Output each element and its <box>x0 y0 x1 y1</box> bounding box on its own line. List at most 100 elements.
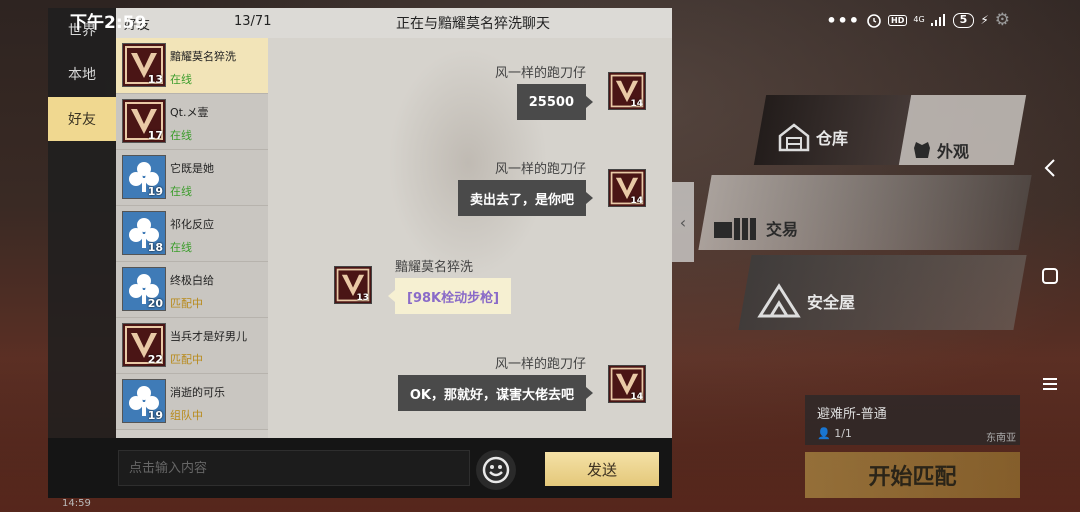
level-badge: 17 <box>147 129 163 142</box>
level-badge: 19 <box>147 185 163 198</box>
home-button[interactable] <box>1038 264 1062 288</box>
smiley-icon <box>482 456 510 484</box>
warehouse-label: 仓库 <box>816 129 849 148</box>
friend-status: 在线 <box>170 73 192 86</box>
safehouse-label: 安全屋 <box>807 293 856 312</box>
avatar[interactable]: 14 <box>608 169 646 207</box>
friend-item[interactable]: 18 祁化反应 在线 <box>116 206 268 262</box>
appearance-icon <box>914 142 930 158</box>
level-badge: 13 <box>147 73 163 86</box>
avatar[interactable]: 14 <box>608 72 646 110</box>
friend-status: 在线 <box>170 129 192 142</box>
chat-messages[interactable]: 风一样的跑刀仔 25500 14 风一样的跑刀仔 卖出去了，是你吧 14 13 … <box>268 38 672 438</box>
shelter-title: 避难所-普通 <box>817 407 887 422</box>
avatar: 20 <box>122 267 166 311</box>
back-icon <box>1044 159 1055 177</box>
friend-status: 在线 <box>170 241 192 254</box>
menu-button[interactable] <box>1038 372 1062 396</box>
chat-panel: 世界 本地 好友 好友 13/71 正在与黯耀莫名猝洗聊天 13 黯耀莫名猝洗 … <box>48 8 672 498</box>
friend-name: 当兵才是好男儿 <box>170 330 247 343</box>
friend-item[interactable]: 19 消逝的可乐 组队中 <box>116 374 268 430</box>
friend-item[interactable]: 20 终极白给 匹配中 <box>116 262 268 318</box>
avatar: 22 <box>122 323 166 367</box>
avatar: 19 <box>122 155 166 199</box>
level-badge: 20 <box>147 297 163 310</box>
message-bubble[interactable]: [98K栓动步枪] <box>387 278 512 314</box>
emoji-button[interactable] <box>476 450 516 490</box>
tab-friends[interactable]: 好友 <box>48 97 116 141</box>
friend-item[interactable]: 19 它既是她 在线 <box>116 150 268 206</box>
avatar: 18 <box>122 211 166 255</box>
gear-icon: ⚙ <box>994 10 1010 30</box>
friend-item[interactable]: 13 黯耀莫名猝洗 在线 <box>116 38 268 94</box>
shelter-player-count: 👤 1/1 <box>817 427 852 440</box>
charging-icon: ⚡ <box>980 13 989 27</box>
android-nav-bar <box>1020 40 1080 512</box>
hd-icon: HD <box>888 14 908 26</box>
start-match-button[interactable]: 开始匹配 <box>805 452 1020 498</box>
trade-label: 交易 <box>766 220 799 239</box>
safehouse-icon <box>757 283 801 318</box>
home-icon <box>1042 268 1058 284</box>
friend-name: 它既是她 <box>170 162 214 175</box>
friend-name: 黯耀莫名猝洗 <box>170 50 236 63</box>
status-bar: 下午2:59 ••• HD 4G 5 ⚡ ⚙ <box>0 0 1080 40</box>
message-bubble: 卖出去了，是你吧 <box>457 180 594 216</box>
level-badge: 22 <box>147 353 163 366</box>
warehouse-button[interactable]: 仓库 <box>778 122 848 152</box>
level-badge: 14 <box>630 99 643 109</box>
channel-tabs: 世界 本地 好友 <box>48 8 116 438</box>
friend-list[interactable]: 13 黯耀莫名猝洗 在线 17 Qt.メ壹 在线 19 它既是她 在线 18 祁… <box>116 38 268 438</box>
status-icons: ••• HD 4G 5 ⚡ ⚙ <box>826 10 1010 30</box>
network-label: 4G <box>913 15 925 24</box>
friend-status: 在线 <box>170 185 192 198</box>
avatar: 17 <box>122 99 166 143</box>
message-bubble: OK，那就好，谋害大佬去吧 <box>397 375 594 411</box>
shelter-mode-panel[interactable]: 避难所-普通 👤 1/1 东南亚 <box>805 395 1020 445</box>
friend-status: 组队中 <box>170 409 203 422</box>
avatar: 13 <box>122 43 166 87</box>
input-row: 发送 <box>48 438 672 498</box>
avatar: 19 <box>122 379 166 423</box>
menu-icon <box>1043 378 1057 390</box>
appearance-button[interactable]: 外观 <box>913 138 969 162</box>
level-badge: 13 <box>356 293 369 303</box>
appearance-label: 外观 <box>937 142 970 161</box>
safehouse-button[interactable]: 安全屋 <box>757 283 855 319</box>
message-sender: 黯耀莫名猝洗 <box>395 260 474 275</box>
alarm-icon <box>866 12 882 28</box>
friend-item[interactable]: 17 Qt.メ壹 在线 <box>116 94 268 150</box>
message-sender: 风一样的跑刀仔 <box>494 162 586 177</box>
bottom-clock: 14:59 <box>62 498 91 509</box>
friend-name: Qt.メ壹 <box>170 106 209 119</box>
level-badge: 14 <box>630 392 643 402</box>
level-badge: 18 <box>147 241 163 254</box>
battery-icon: 5 <box>952 12 975 28</box>
avatar[interactable]: 14 <box>608 365 646 403</box>
friend-item[interactable]: 22 当兵才是好男儿 匹配中 <box>116 318 268 374</box>
friend-name: 祁化反应 <box>170 218 214 231</box>
send-button[interactable]: 发送 <box>545 452 659 486</box>
warehouse-icon <box>778 123 810 152</box>
friend-name: 终极白给 <box>170 274 214 287</box>
level-badge: 19 <box>147 409 163 422</box>
tab-local[interactable]: 本地 <box>48 52 116 96</box>
level-badge: 14 <box>630 196 643 206</box>
shelter-region: 东南亚 <box>986 433 1016 444</box>
friend-status: 匹配中 <box>170 353 203 366</box>
status-time: 下午2:59 <box>70 12 147 33</box>
avatar[interactable]: 13 <box>334 266 372 304</box>
signal-icon <box>930 14 947 26</box>
chat-input[interactable] <box>118 450 470 486</box>
message-sender: 风一样的跑刀仔 <box>494 66 586 81</box>
message-bubble: 25500 <box>516 84 594 120</box>
friend-status: 匹配中 <box>170 297 203 310</box>
back-button[interactable] <box>1038 156 1062 180</box>
friend-name: 消逝的可乐 <box>170 386 225 399</box>
more-dots-icon: ••• <box>826 10 861 30</box>
chevron-left-icon: ‹ <box>679 212 687 232</box>
message-sender: 风一样的跑刀仔 <box>494 357 586 372</box>
collapse-chat-button[interactable]: ‹ <box>672 182 694 262</box>
trade-icon <box>714 218 756 240</box>
trade-button[interactable]: 交易 <box>712 214 798 242</box>
